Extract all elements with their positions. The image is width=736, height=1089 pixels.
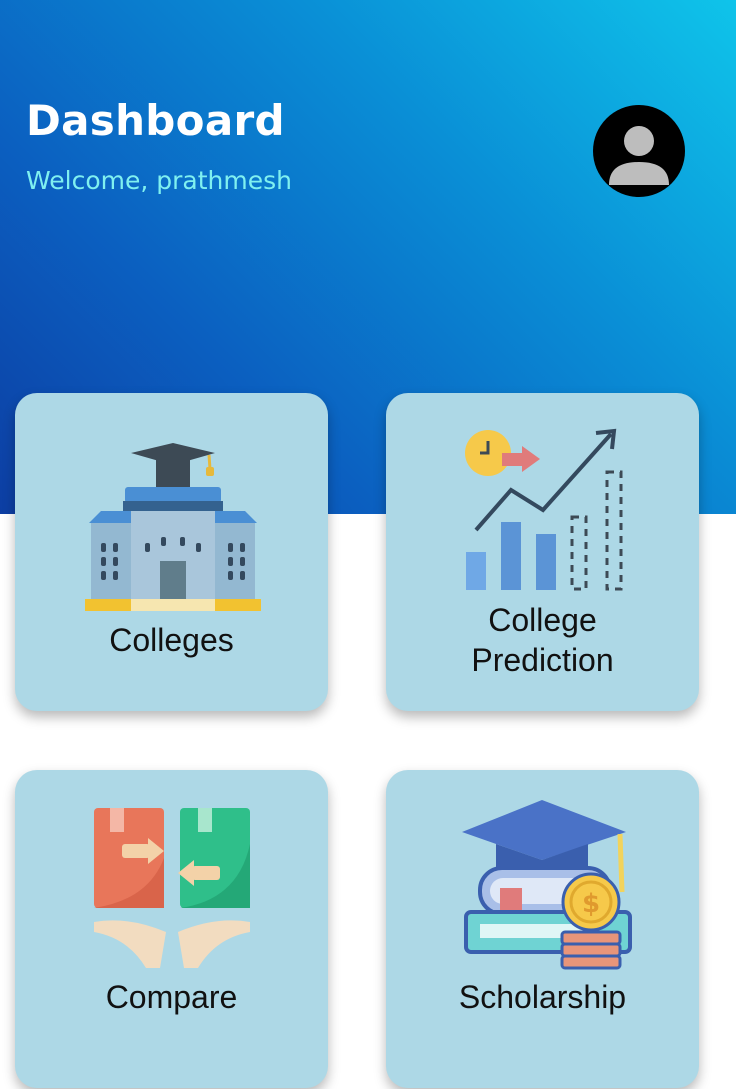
graduation-books-coins-icon: $ [462,800,632,970]
growth-chart-icon [465,428,623,591]
compare-books-icon [94,808,250,968]
scholarship-label: Scholarship [458,979,627,1015]
colleges-label: Colleges [109,622,234,658]
svg-text:$: $ [582,889,600,919]
college-prediction-label-line2: Prediction [471,642,614,678]
welcome-text: Welcome, prathmesh [26,166,292,195]
college-prediction-label-line1: College [488,602,597,638]
university-building-icon [85,443,261,611]
user-avatar-icon[interactable] [593,105,685,197]
college-prediction-card[interactable]: College Prediction [386,393,699,711]
colleges-card[interactable]: Colleges [15,393,328,711]
compare-card[interactable]: Compare [15,770,328,1088]
compare-label: Compare [105,979,238,1015]
scholarship-card[interactable]: $ Scholarship [386,770,699,1088]
page-title: Dashboard [26,96,285,145]
